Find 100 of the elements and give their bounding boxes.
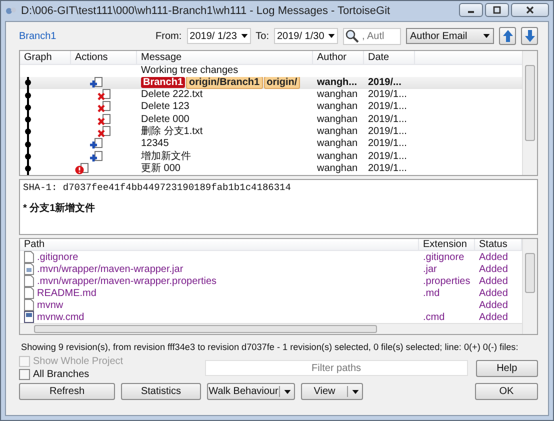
toolbar-button[interactable]: Refresh bbox=[19, 383, 115, 400]
date-cell: 2019/1... bbox=[368, 89, 407, 102]
vertical-scrollbar[interactable] bbox=[522, 239, 537, 334]
commit-row[interactable]: Branch1 origin/Branch1 origin/ wangh... 2019/... bbox=[20, 76, 522, 89]
file-icon bbox=[24, 275, 34, 288]
file-row[interactable]: .gitignore .gitignore Added bbox=[20, 251, 522, 264]
commit-row[interactable]: Working tree changes bbox=[20, 64, 522, 77]
commit-row[interactable]: 更新 000 wanghan 2019/1... bbox=[20, 162, 522, 175]
to-date-picker[interactable]: 2019/ 1/30 bbox=[274, 28, 338, 44]
date-cell: 2019/1... bbox=[368, 150, 407, 163]
caret-icon bbox=[483, 34, 490, 38]
column-header[interactable]: Actions bbox=[71, 51, 137, 64]
file-icon bbox=[24, 299, 34, 312]
author-cell: wanghan bbox=[317, 138, 358, 150]
extension-cell: .gitignore bbox=[423, 252, 464, 263]
column-header[interactable]: Author bbox=[313, 51, 364, 64]
branch-label: Branch1 bbox=[141, 77, 186, 88]
ok-button[interactable]: OK bbox=[475, 383, 538, 400]
commit-row[interactable]: Delete 123 wanghan 2019/1... bbox=[20, 101, 522, 114]
author-cell: wangh... bbox=[317, 76, 357, 89]
column-header[interactable]: Extension bbox=[419, 239, 475, 250]
status-cell: Added bbox=[479, 300, 508, 311]
app-icon bbox=[5, 5, 17, 17]
up-arrow-button[interactable] bbox=[499, 27, 516, 45]
search-field[interactable]: , Autl bbox=[343, 28, 401, 44]
date-cell: 2019/1... bbox=[368, 114, 407, 126]
file-row[interactable]: .mvn/wrapper/maven-wrapper.properties .properties Added bbox=[20, 275, 522, 288]
author-cell: wanghan bbox=[317, 126, 358, 138]
filter-dropdown[interactable]: Author Email bbox=[406, 28, 494, 44]
commit-row[interactable]: Delete 222.txt wanghan 2019/1... bbox=[20, 88, 522, 102]
column-header[interactable]: Message bbox=[137, 51, 313, 64]
file-path: mvnw bbox=[37, 300, 64, 311]
added-file-icon bbox=[89, 150, 103, 163]
file-row[interactable]: mvnw.cmd .cmd Added bbox=[20, 311, 522, 324]
commit-body: * 分支1新增文件 bbox=[23, 201, 96, 215]
split-button[interactable]: View bbox=[301, 383, 363, 400]
column-header[interactable]: Date bbox=[364, 51, 415, 64]
window-title: D:\006-GIT\test111\000\wh111-Branch1\wh111 - Log Messages - TortoiseGit bbox=[21, 5, 392, 17]
search-icon bbox=[345, 29, 359, 43]
from-date-picker[interactable]: 2019/ 1/23 bbox=[186, 28, 251, 44]
author-cell: wanghan bbox=[317, 101, 358, 114]
caret-icon bbox=[284, 390, 290, 394]
commit-message: Working tree changes bbox=[141, 64, 238, 77]
date-cell: 2019/... bbox=[368, 76, 402, 89]
branch-label: origin/ bbox=[264, 76, 300, 89]
status-cell: Added bbox=[479, 312, 508, 323]
file-row[interactable]: mvnw Added bbox=[20, 299, 522, 312]
date-cell: 2019/1... bbox=[368, 126, 407, 138]
author-cell: wanghan bbox=[317, 89, 358, 102]
to-label: To: bbox=[256, 30, 269, 42]
caret-icon bbox=[328, 34, 335, 38]
extension-cell: .md bbox=[423, 288, 440, 299]
deleted-file-icon bbox=[97, 126, 111, 138]
extension-cell: .properties bbox=[423, 276, 470, 287]
status-cell: Added bbox=[479, 252, 508, 263]
filter-paths-field[interactable]: Filter paths bbox=[204, 360, 468, 376]
author-cell: wanghan bbox=[317, 162, 358, 175]
file-row[interactable]: .mvn/wrapper/maven-wrapper.jar .jar Added bbox=[20, 263, 522, 276]
toolbar-button[interactable]: Statistics bbox=[121, 383, 201, 400]
close-button[interactable] bbox=[511, 3, 549, 17]
file-icon bbox=[24, 251, 34, 264]
added-file-icon bbox=[89, 138, 103, 150]
commit-row[interactable]: 删除 分支1.txt wanghan 2019/1... bbox=[20, 126, 522, 138]
commit-message: 12345 bbox=[141, 138, 169, 150]
horizontal-scrollbar[interactable] bbox=[20, 323, 522, 334]
close-icon bbox=[525, 6, 535, 14]
deleted-file-icon bbox=[97, 114, 111, 126]
maximize-icon bbox=[492, 6, 502, 14]
commit-message: 增加新文件 bbox=[141, 150, 191, 163]
from-label: From: bbox=[156, 30, 182, 42]
file-path: .mvn/wrapper/maven-wrapper.properties bbox=[37, 276, 217, 287]
minimize-button[interactable] bbox=[459, 3, 483, 17]
column-header[interactable]: Path bbox=[20, 239, 419, 250]
caret-icon bbox=[352, 390, 358, 394]
status-cell: Added bbox=[479, 276, 508, 287]
commit-row[interactable]: Delete 000 wanghan 2019/1... bbox=[20, 114, 522, 126]
commit-message: Delete 222.txt bbox=[141, 89, 203, 102]
down-arrow-button[interactable] bbox=[521, 27, 538, 45]
file-path: README.md bbox=[37, 288, 96, 299]
caret-icon bbox=[240, 34, 248, 38]
branch-link[interactable]: Branch1 bbox=[19, 30, 56, 42]
checkbox[interactable]: All Branches bbox=[19, 369, 197, 380]
commit-row[interactable]: 12345 wanghan 2019/1... bbox=[20, 138, 522, 150]
commit-message: 删除 分支1.txt bbox=[141, 126, 203, 138]
maximize-button[interactable] bbox=[485, 3, 509, 17]
file-path: .gitignore bbox=[37, 252, 78, 263]
vertical-scrollbar[interactable] bbox=[522, 51, 537, 175]
extension-cell: .jar bbox=[423, 264, 437, 275]
help-button[interactable]: Help bbox=[476, 360, 538, 376]
date-cell: 2019/1... bbox=[368, 138, 407, 150]
commit-row[interactable]: 增加新文件 wanghan 2019/1... bbox=[20, 150, 522, 163]
script-file-icon bbox=[24, 311, 34, 324]
column-header[interactable]: Graph bbox=[20, 51, 71, 64]
status-cell: Added bbox=[479, 288, 508, 299]
deleted-file-icon bbox=[97, 101, 111, 114]
sha-text: SHA-1: d7037fee41f4bb449723190189fab1b1c4186314 bbox=[23, 182, 291, 193]
split-button[interactable]: Walk Behaviour bbox=[207, 383, 295, 400]
status-cell: Added bbox=[479, 264, 508, 275]
file-icon bbox=[24, 287, 34, 300]
file-row[interactable]: README.md .md Added bbox=[20, 287, 522, 300]
